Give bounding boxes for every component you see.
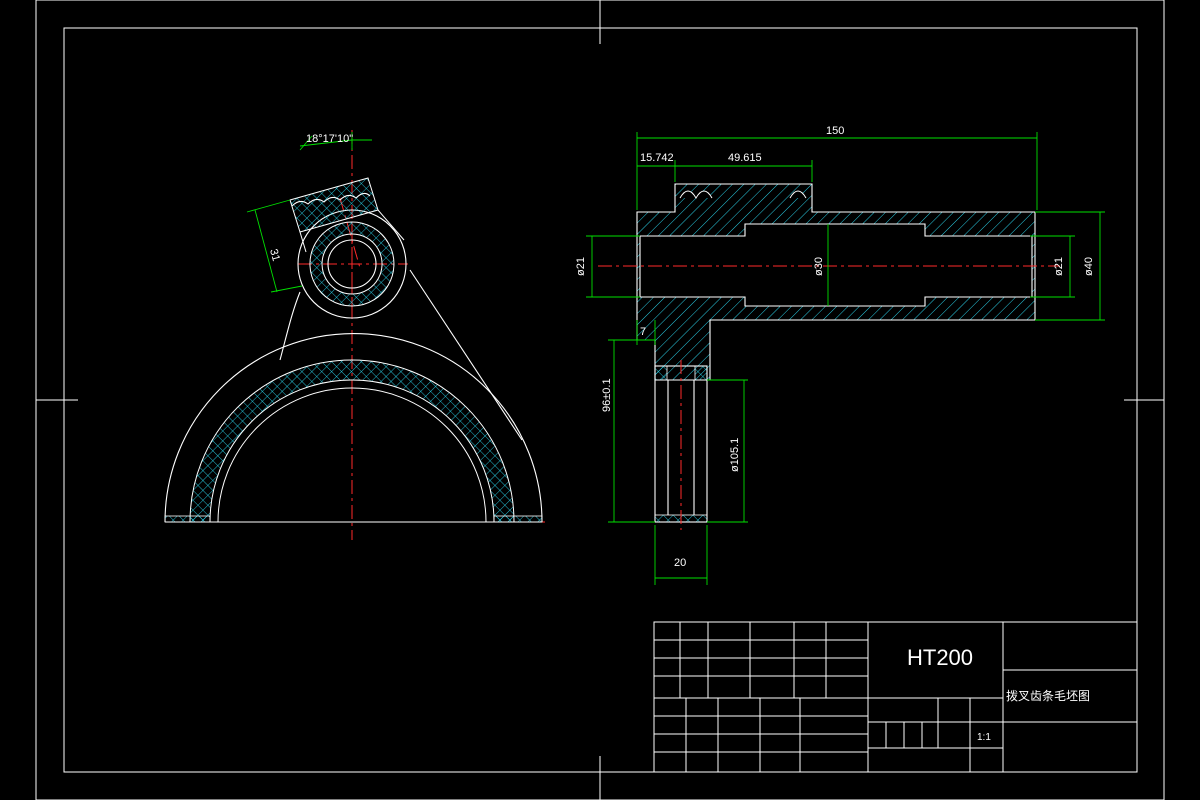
side-bore [639, 223, 1033, 307]
dim-offset-a: 15.742 [640, 152, 674, 164]
front-angle-label: 18°17'10" [306, 133, 353, 145]
front-length-label: 31 [267, 248, 282, 263]
dim-dia-outer: ø40 [1083, 257, 1095, 276]
front-view: 18°17'10" 31 [164, 130, 545, 540]
front-outline [164, 269, 543, 523]
scale-label: 1:1 [977, 732, 991, 743]
cad-drawing: 18°17'10" 31 150 15.742 49.615 ø21 ø30 ø… [35, 0, 1165, 800]
part-name-label: 拨叉齿条毛坯图 [1006, 689, 1090, 703]
side-view: 150 15.742 49.615 ø21 ø30 ø21 ø40 7 96±0… [575, 125, 1105, 585]
dim-rack-length: 49.615 [728, 152, 762, 164]
dim-dia-left: ø21 [575, 257, 587, 276]
dim-height: 96±0.1 [601, 378, 613, 412]
dim-seven: 7 [640, 326, 646, 338]
sheet-border [35, 0, 1165, 800]
material-label: HT200 [907, 645, 973, 670]
dim-dia-right: ø21 [1053, 257, 1065, 276]
dim-width-20: 20 [674, 557, 686, 569]
dim-dia-mid: ø30 [813, 257, 825, 276]
side-fork-top-hatch [654, 365, 668, 381]
rack-to-hub-left [299, 231, 307, 253]
dim-total-length: 150 [826, 125, 844, 137]
dim-dia-fork: ø105.1 [729, 438, 741, 472]
fork-foot-right [493, 515, 543, 523]
fork-foot-left [164, 515, 211, 523]
side-fork-top-hatch-r [694, 365, 708, 381]
